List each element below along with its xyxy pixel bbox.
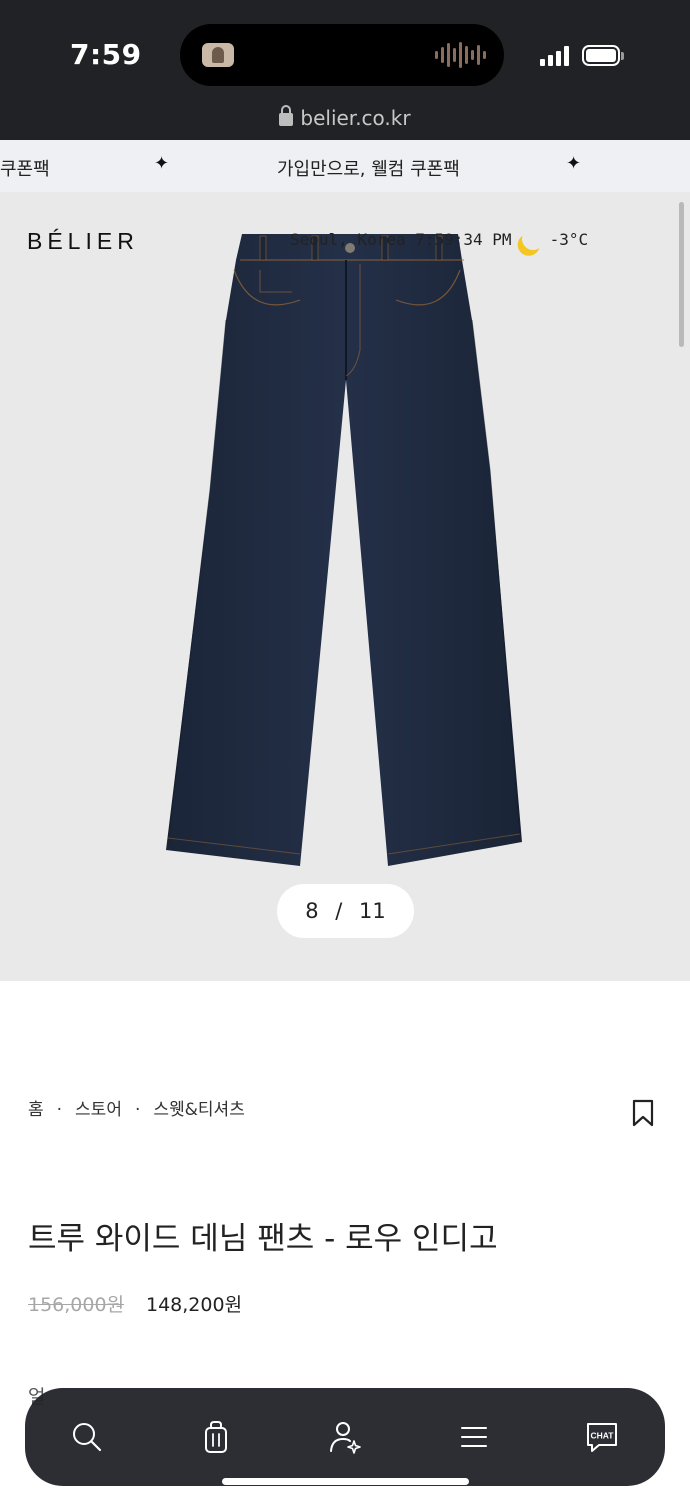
location-clock-weather: Seoul, Korea 7:59:34 PM -3°C: [290, 228, 588, 250]
location-text: Seoul, Korea: [290, 230, 406, 249]
scrollbar[interactable]: [679, 202, 684, 347]
chat-icon: CHAT: [587, 1423, 617, 1452]
home-indicator[interactable]: [222, 1478, 469, 1485]
bottom-navigation-bar: CHAT: [25, 1388, 665, 1486]
pager-current: 8: [305, 899, 319, 923]
breadcrumb-separator: ·: [56, 1100, 63, 1120]
dynamic-island: [180, 24, 504, 86]
promo-text-center: 가입만으로, 웰컴 쿠폰팩: [277, 159, 460, 180]
pager-separator: /: [335, 899, 343, 923]
sparkle-icon: ✦: [566, 153, 582, 174]
breadcrumb-separator: ·: [134, 1100, 141, 1120]
status-time: 7:59: [70, 38, 142, 71]
chat-button[interactable]: CHAT: [584, 1419, 620, 1455]
sale-price: 148,200원: [146, 1294, 243, 1316]
breadcrumb-store[interactable]: 스토어: [75, 1100, 122, 1120]
product-title: 트루 와이드 데님 팬츠 - 로우 인디고: [28, 1221, 498, 1257]
lock-icon: [279, 105, 294, 126]
address-bar[interactable]: belier.co.kr: [0, 105, 690, 130]
bookmark-icon[interactable]: [632, 1099, 654, 1127]
original-price: 156,000원: [28, 1294, 125, 1316]
promo-banner[interactable]: 쿠폰팩 ✦ 가입만으로, 웰컴 쿠폰팩 ✦: [0, 140, 690, 192]
breadcrumb-home[interactable]: 홈: [28, 1100, 44, 1120]
search-icon: [73, 1423, 102, 1452]
breadcrumb: 홈 · 스토어 · 스웻&티셔츠: [28, 1095, 245, 1120]
cart-button[interactable]: [198, 1419, 234, 1455]
account-button[interactable]: [327, 1419, 363, 1455]
user-sparkle-icon: [330, 1422, 361, 1454]
pager-total: 11: [359, 899, 386, 923]
battery-icon: [582, 45, 624, 66]
url-text: belier.co.kr: [300, 106, 411, 130]
menu-button[interactable]: [456, 1419, 492, 1455]
sparkle-icon: ✦: [154, 153, 170, 174]
breadcrumb-category[interactable]: 스웻&티셔츠: [153, 1100, 244, 1120]
status-bar: 7:59 belier.co.kr: [0, 0, 690, 140]
search-button[interactable]: [69, 1419, 105, 1455]
promo-text-left: 쿠폰팩: [0, 159, 50, 180]
shopping-bag-icon: [205, 1421, 227, 1453]
product-image-gallery[interactable]: BÉLIER Seoul, Korea 7:59:34 PM -3°C 8 / 1…: [0, 192, 690, 981]
now-playing-thumbnail: [202, 43, 234, 67]
image-pager: 8 / 11: [277, 884, 414, 938]
audio-waveform-icon: [435, 41, 486, 69]
cellular-signal-icon: [540, 46, 569, 66]
temperature: -3°C: [549, 230, 589, 249]
chat-label: CHAT: [591, 1431, 615, 1441]
brand-logo[interactable]: BÉLIER: [27, 228, 139, 255]
product-image-jeans: [166, 234, 522, 866]
hamburger-menu-icon: [461, 1427, 487, 1447]
moon-icon: [518, 225, 546, 253]
local-time: 7:59:34 PM: [415, 230, 512, 249]
